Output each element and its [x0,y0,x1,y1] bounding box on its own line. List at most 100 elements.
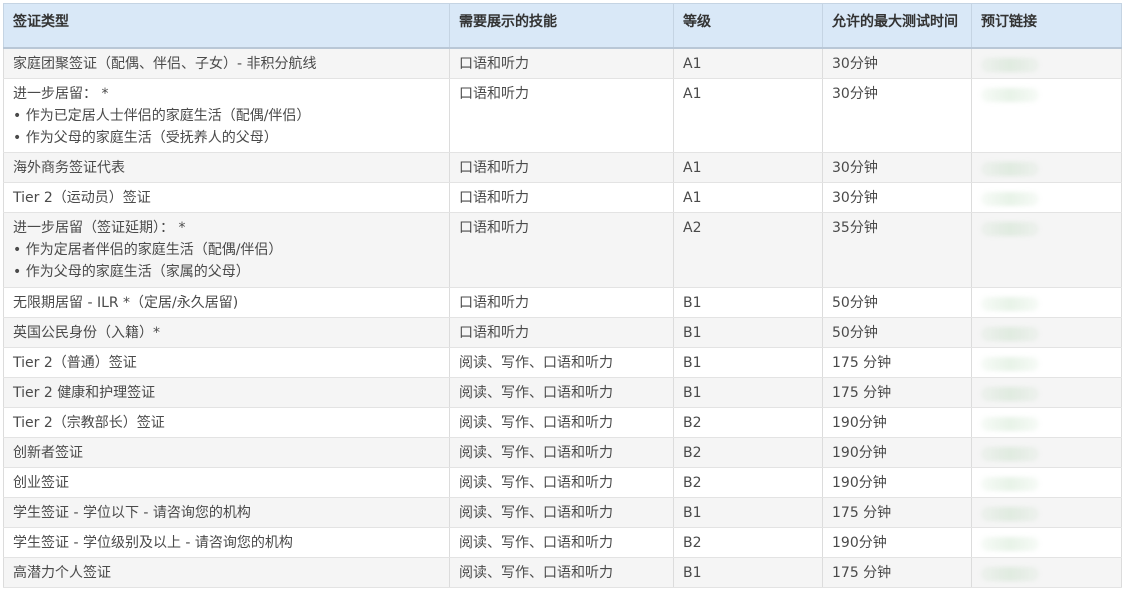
header-booking-link: 预订链接 [971,3,1122,48]
header-visa-type: 签证类型 [3,3,450,48]
cell-visa-type: Tier 2（普通）签证 [3,347,450,378]
cell-time: 175 分钟 [822,347,972,378]
cell-level: B2 [673,527,823,558]
cell-level: B2 [673,407,823,438]
visa-type-line: 英国公民身份（入籍）* [13,324,160,341]
table-row: Tier 2（宗教部长）签证 阅读、写作、口语和听力 B2 190分钟 [3,407,1122,438]
cell-level: B1 [673,347,823,378]
booking-link[interactable] [981,476,1039,491]
visa-table-container: 签证类型 需要展示的技能 等级 允许的最大测试时间 预订链接 家庭团聚签证（配偶… [3,3,1122,588]
visa-requirements-table: 签证类型 需要展示的技能 等级 允许的最大测试时间 预订链接 家庭团聚签证（配偶… [3,3,1122,588]
header-skills: 需要展示的技能 [449,3,674,48]
cell-level: B1 [673,287,823,318]
visa-type-line: 学生签证 - 学位级别及以上 - 请咨询您的机构 [13,534,293,551]
visa-type-line: Tier 2（运动员）签证 [13,189,151,206]
booking-link[interactable] [981,536,1039,551]
cell-visa-type: 海外商务签证代表 [3,152,450,183]
table-row: Tier 2 健康和护理签证 阅读、写作、口语和听力 B1 175 分钟 [3,377,1122,408]
cell-level: A1 [673,182,823,213]
booking-link[interactable] [981,57,1039,72]
cell-skills: 阅读、写作、口语和听力 [449,347,674,378]
cell-booking-link[interactable] [971,212,1122,288]
cell-skills: 阅读、写作、口语和听力 [449,527,674,558]
cell-booking-link[interactable] [971,467,1122,498]
cell-time: 35分钟 [822,212,972,288]
cell-visa-type: 进一步居留（签证延期）： * • 作为定居者伴侣的家庭生活（配偶/伴侣） • 作… [3,212,450,288]
cell-time: 30分钟 [822,152,972,183]
visa-type-line: 无限期居留 - ILR *（定居/永久居留) [13,294,239,311]
cell-level: B2 [673,467,823,498]
booking-link[interactable] [981,296,1039,311]
booking-link[interactable] [981,356,1039,371]
cell-skills: 口语和听力 [449,182,674,213]
cell-booking-link[interactable] [971,527,1122,558]
cell-visa-type: 创新者签证 [3,437,450,468]
cell-level: A1 [673,152,823,183]
cell-visa-type: 英国公民身份（入籍）* [3,317,450,348]
booking-link[interactable] [981,87,1039,102]
visa-type-line: • 作为定居者伴侣的家庭生活（配偶/伴侣） [13,241,283,258]
table-row: 海外商务签证代表 口语和听力 A1 30分钟 [3,152,1122,183]
cell-booking-link[interactable] [971,407,1122,438]
visa-type-line: Tier 2 健康和护理签证 [13,384,156,401]
table-row: 英国公民身份（入籍）* 口语和听力 B1 50分钟 [3,317,1122,348]
cell-time: 190分钟 [822,467,972,498]
visa-type-line: 进一步居留（签证延期）： * [13,219,186,236]
cell-visa-type: 学生签证 - 学位以下 - 请咨询您的机构 [3,497,450,528]
booking-link[interactable] [981,386,1039,401]
booking-link[interactable] [981,566,1039,581]
table-row: 高潜力个人签证 阅读、写作、口语和听力 B1 175 分钟 [3,557,1122,588]
cell-booking-link[interactable] [971,152,1122,183]
cell-time: 30分钟 [822,47,972,79]
visa-type-line: Tier 2（宗教部长）签证 [13,414,165,431]
table-row: 无限期居留 - ILR *（定居/永久居留) 口语和听力 B1 50分钟 [3,287,1122,318]
table-row: 进一步居留（签证延期）： * • 作为定居者伴侣的家庭生活（配偶/伴侣） • 作… [3,212,1122,288]
cell-booking-link[interactable] [971,182,1122,213]
cell-booking-link[interactable] [971,377,1122,408]
cell-level: A2 [673,212,823,288]
table-header: 签证类型 需要展示的技能 等级 允许的最大测试时间 预订链接 [3,3,1122,48]
cell-visa-type: 进一步居留： * • 作为已定居人士伴侣的家庭生活（配偶/伴侣） • 作为父母的… [3,78,450,153]
cell-booking-link[interactable] [971,497,1122,528]
booking-link[interactable] [981,416,1039,431]
cell-booking-link[interactable] [971,557,1122,588]
booking-link[interactable] [981,221,1039,236]
header-max-time: 允许的最大测试时间 [822,3,972,48]
cell-booking-link[interactable] [971,317,1122,348]
cell-skills: 口语和听力 [449,212,674,288]
cell-level: A1 [673,78,823,153]
cell-time: 190分钟 [822,407,972,438]
cell-skills: 口语和听力 [449,317,674,348]
cell-time: 190分钟 [822,437,972,468]
visa-type-line: 家庭团聚签证（配偶、伴侣、子女）- 非积分航线 [13,55,317,72]
booking-link[interactable] [981,191,1039,206]
cell-visa-type: 创业签证 [3,467,450,498]
cell-skills: 口语和听力 [449,78,674,153]
cell-skills: 阅读、写作、口语和听力 [449,377,674,408]
cell-time: 190分钟 [822,527,972,558]
visa-type-line: 进一步居留： * [13,85,109,102]
cell-time: 175 分钟 [822,557,972,588]
cell-booking-link[interactable] [971,437,1122,468]
cell-skills: 口语和听力 [449,287,674,318]
cell-booking-link[interactable] [971,78,1122,153]
visa-type-line: 学生签证 - 学位以下 - 请咨询您的机构 [13,504,251,521]
booking-link[interactable] [981,506,1039,521]
cell-visa-type: 学生签证 - 学位级别及以上 - 请咨询您的机构 [3,527,450,558]
booking-link[interactable] [981,326,1039,341]
table-row: Tier 2（普通）签证 阅读、写作、口语和听力 B1 175 分钟 [3,347,1122,378]
cell-booking-link[interactable] [971,347,1122,378]
cell-level: B1 [673,317,823,348]
visa-type-line: 创业签证 [13,474,69,491]
cell-skills: 阅读、写作、口语和听力 [449,407,674,438]
booking-link[interactable] [981,161,1039,176]
cell-booking-link[interactable] [971,287,1122,318]
cell-level: B1 [673,497,823,528]
visa-type-line: • 作为已定居人士伴侣的家庭生活（配偶/伴侣） [13,107,311,124]
cell-level: B2 [673,437,823,468]
table-row: 创新者签证 阅读、写作、口语和听力 B2 190分钟 [3,437,1122,468]
visa-type-line: 海外商务签证代表 [13,159,125,176]
booking-link[interactable] [981,446,1039,461]
cell-booking-link[interactable] [971,47,1122,79]
visa-type-line: Tier 2（普通）签证 [13,354,137,371]
